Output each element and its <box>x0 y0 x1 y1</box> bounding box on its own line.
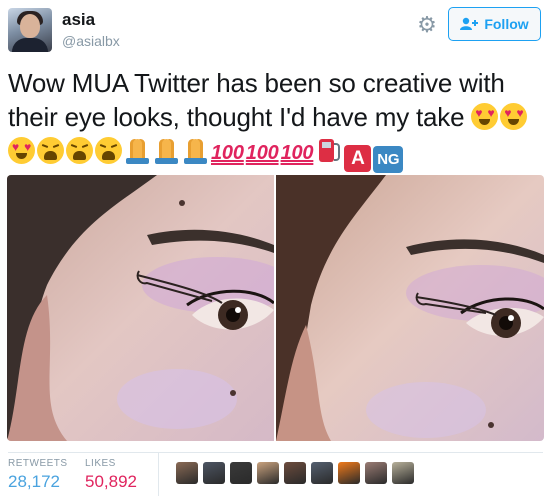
avatar-face <box>20 14 40 38</box>
pray-emoji-icon <box>124 137 151 164</box>
weary-emoji-icon <box>95 137 122 164</box>
liker-avatar[interactable] <box>392 462 414 484</box>
avatar[interactable] <box>8 8 52 52</box>
display-name[interactable]: asia <box>62 10 95 30</box>
liker-avatars <box>176 462 414 484</box>
stats-divider <box>8 452 543 453</box>
tweet-text-block: Wow MUA Twitter has been so creative wit… <box>8 66 544 173</box>
stats-separator <box>158 452 159 496</box>
eye-makeup-image <box>7 175 274 441</box>
liker-avatar[interactable] <box>365 462 387 484</box>
hundred-emoji-icon: 100 <box>280 142 314 164</box>
photo-left[interactable] <box>7 175 274 441</box>
likes-stat[interactable]: LIKES 50,892 <box>85 458 137 492</box>
liker-avatar[interactable] <box>203 462 225 484</box>
retweets-stat[interactable]: RETWEETS 28,172 <box>8 458 68 492</box>
follow-button[interactable]: Follow <box>448 7 541 41</box>
a-button-emoji-icon: A <box>344 145 372 172</box>
photo-right[interactable] <box>276 175 544 441</box>
eye-makeup-image <box>276 175 544 441</box>
avatar-shirt <box>12 38 48 52</box>
pray-emoji-icon <box>153 137 180 164</box>
tweet-text: Wow MUA Twitter has been so creative wit… <box>8 68 505 132</box>
retweets-label: RETWEETS <box>8 458 68 469</box>
gear-icon[interactable]: ⚙ <box>414 12 440 38</box>
heart-eyes-emoji-icon <box>471 103 499 130</box>
ng-button-emoji-icon: NG <box>373 146 404 173</box>
likes-label: LIKES <box>85 458 116 469</box>
fuel-pump-emoji-icon <box>315 137 342 164</box>
tweet-photos <box>7 175 544 441</box>
liker-avatar[interactable] <box>284 462 306 484</box>
heart-eyes-emoji-icon <box>8 137 35 164</box>
liker-avatar[interactable] <box>257 462 279 484</box>
liker-avatar[interactable] <box>338 462 360 484</box>
hundred-emoji-icon: 100 <box>245 142 279 164</box>
hundred-emoji-icon: 100 <box>211 142 244 164</box>
user-handle[interactable]: @asialbx <box>62 33 120 49</box>
pray-emoji-icon <box>182 137 209 164</box>
weary-emoji-icon <box>66 137 93 164</box>
follow-label: Follow <box>484 16 529 32</box>
liker-avatar[interactable] <box>311 462 333 484</box>
heart-eyes-emoji-icon <box>500 103 528 130</box>
weary-emoji-icon <box>37 137 64 164</box>
liker-avatar[interactable] <box>176 462 198 484</box>
add-user-icon <box>460 17 479 30</box>
liker-avatar[interactable] <box>230 462 252 484</box>
retweets-count: 28,172 <box>8 472 60 491</box>
likes-count: 50,892 <box>85 472 137 491</box>
